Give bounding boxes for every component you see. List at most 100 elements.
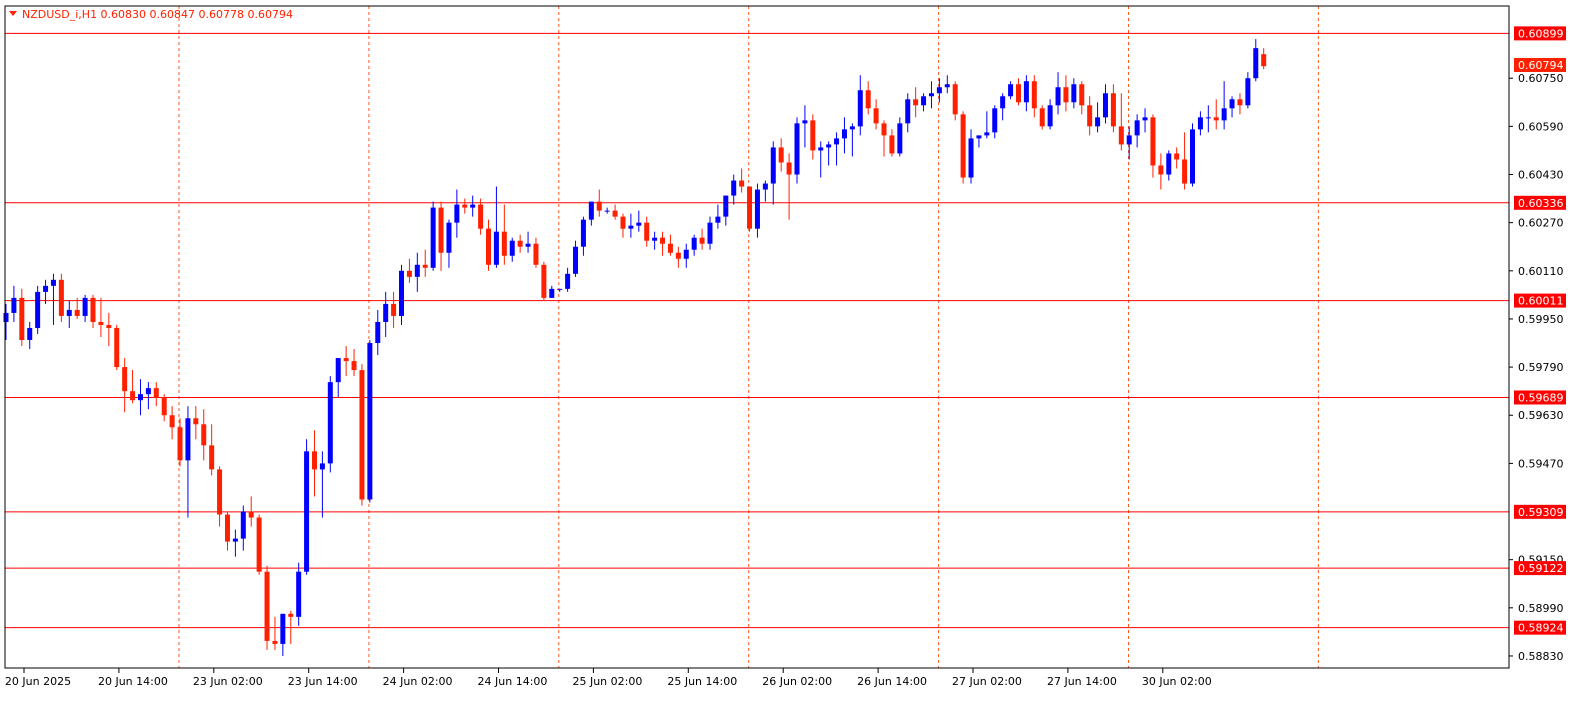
- candle-bull: [375, 321, 381, 344]
- time-axis-label: 23 Jun 02:00: [193, 675, 263, 688]
- candle-bull: [1071, 84, 1077, 103]
- price-axis-label: 0.58830: [1518, 650, 1564, 663]
- candle-bull: [1008, 84, 1014, 97]
- candle-bear: [881, 123, 887, 136]
- candle-bear: [810, 120, 816, 151]
- candle-bull: [509, 240, 515, 256]
- candle-bear: [739, 180, 745, 187]
- candle-bull: [3, 312, 9, 322]
- candle-bull: [549, 288, 555, 298]
- candle-bear: [58, 279, 64, 316]
- candle-bear: [1087, 105, 1093, 127]
- candle-bull: [1055, 87, 1061, 106]
- candle-bear: [1182, 159, 1188, 184]
- candle-bear: [217, 469, 223, 515]
- candle-bull: [754, 189, 760, 229]
- candle-bull: [691, 237, 697, 250]
- candle-bull: [794, 123, 800, 175]
- candle-bear: [224, 514, 230, 542]
- price-axis-label: 0.60270: [1518, 217, 1564, 230]
- candle-bull: [319, 463, 325, 470]
- candle-bear: [1039, 108, 1045, 127]
- candle-bear: [1031, 81, 1037, 109]
- candle-bull: [652, 237, 658, 241]
- candle-bull: [493, 231, 499, 265]
- price-axis-label: 0.59630: [1518, 409, 1564, 422]
- candle-bull: [802, 120, 808, 124]
- candle-bull: [430, 207, 436, 268]
- candle-bear: [19, 297, 25, 341]
- candle-bear: [1174, 153, 1180, 160]
- candle-bear: [1079, 84, 1085, 106]
- candle-bear: [1110, 93, 1116, 127]
- price-level-label: 0.59309: [1518, 506, 1564, 519]
- candle-bull: [414, 264, 420, 277]
- candle-bear: [596, 201, 602, 211]
- candle-bull: [731, 180, 737, 196]
- candle-bull: [43, 285, 49, 292]
- candle-bear: [406, 270, 412, 277]
- candle-bear: [106, 324, 112, 328]
- candle-bull: [82, 297, 88, 316]
- candle-bear: [1213, 117, 1219, 121]
- candle-bear: [201, 424, 207, 446]
- candle-bull: [573, 246, 579, 274]
- candle-bear: [1015, 84, 1021, 103]
- candle-bear: [699, 237, 705, 244]
- candle-bull: [936, 87, 942, 94]
- candle-bull: [35, 291, 41, 328]
- candle-bear: [1158, 165, 1164, 175]
- candle-bull: [327, 382, 333, 464]
- time-axis-label: 30 Jun 02:00: [1142, 675, 1212, 688]
- candle-bear: [422, 264, 428, 268]
- candle-bull: [1102, 93, 1108, 118]
- price-axis-label: 0.60430: [1518, 169, 1564, 182]
- candle-bear: [889, 135, 895, 154]
- candle-bear: [786, 162, 792, 175]
- candle-bull: [636, 222, 642, 226]
- candle-bear: [359, 370, 365, 500]
- candle-bear: [130, 391, 136, 401]
- candle-bull: [992, 108, 998, 133]
- candle-bear: [1063, 87, 1069, 103]
- candle-bull: [1229, 99, 1235, 109]
- price-axis-label: 0.60590: [1518, 120, 1564, 133]
- candle-bull: [928, 93, 934, 97]
- candle-bull: [446, 222, 452, 253]
- candle-bull: [580, 219, 586, 247]
- candle-bear: [533, 243, 539, 265]
- candle-bull: [984, 132, 990, 136]
- candle-bull: [1000, 96, 1006, 109]
- candle-bull: [137, 394, 143, 401]
- candle-bear: [778, 147, 784, 163]
- price-level-label: 0.60336: [1518, 197, 1564, 210]
- candle-bull: [715, 216, 721, 223]
- candle-bull: [399, 270, 404, 316]
- chart-header[interactable]: NZDUSD_i,H1 0.60830 0.60847 0.60778 0.60…: [9, 8, 293, 21]
- time-axis-label: 20 Jun 2025: [5, 675, 71, 688]
- candle-bull: [383, 303, 389, 322]
- time-axis-label: 27 Jun 14:00: [1047, 675, 1117, 688]
- candle-bull: [604, 210, 610, 212]
- candle-bull: [185, 418, 191, 461]
- candle-bear: [1261, 54, 1267, 67]
- time-axis-label: 25 Jun 14:00: [667, 675, 737, 688]
- candle-bull: [707, 222, 713, 244]
- candle-bull: [1197, 117, 1203, 130]
- candle-bull: [50, 279, 56, 286]
- candle-bull: [1134, 120, 1140, 136]
- candle-bull: [470, 204, 476, 208]
- chart-window: 0.60750 0.60590 0.60430 0.60270 0.60110 0.599…: [0, 0, 1586, 703]
- candle-bull: [1047, 105, 1053, 127]
- candle-bull: [826, 144, 832, 148]
- candle-bull: [1095, 117, 1101, 127]
- price-axis-label: 0.60750: [1518, 72, 1564, 85]
- candle-bull: [296, 571, 302, 617]
- price-axis-label: 0.59470: [1518, 457, 1564, 470]
- candle-bull: [849, 126, 855, 130]
- chart-background: [0, 0, 1586, 703]
- candle-bear: [90, 297, 96, 322]
- candle-bull: [857, 90, 863, 127]
- time-axis-label: 20 Jun 14:00: [98, 675, 168, 688]
- candle-bear: [161, 397, 167, 416]
